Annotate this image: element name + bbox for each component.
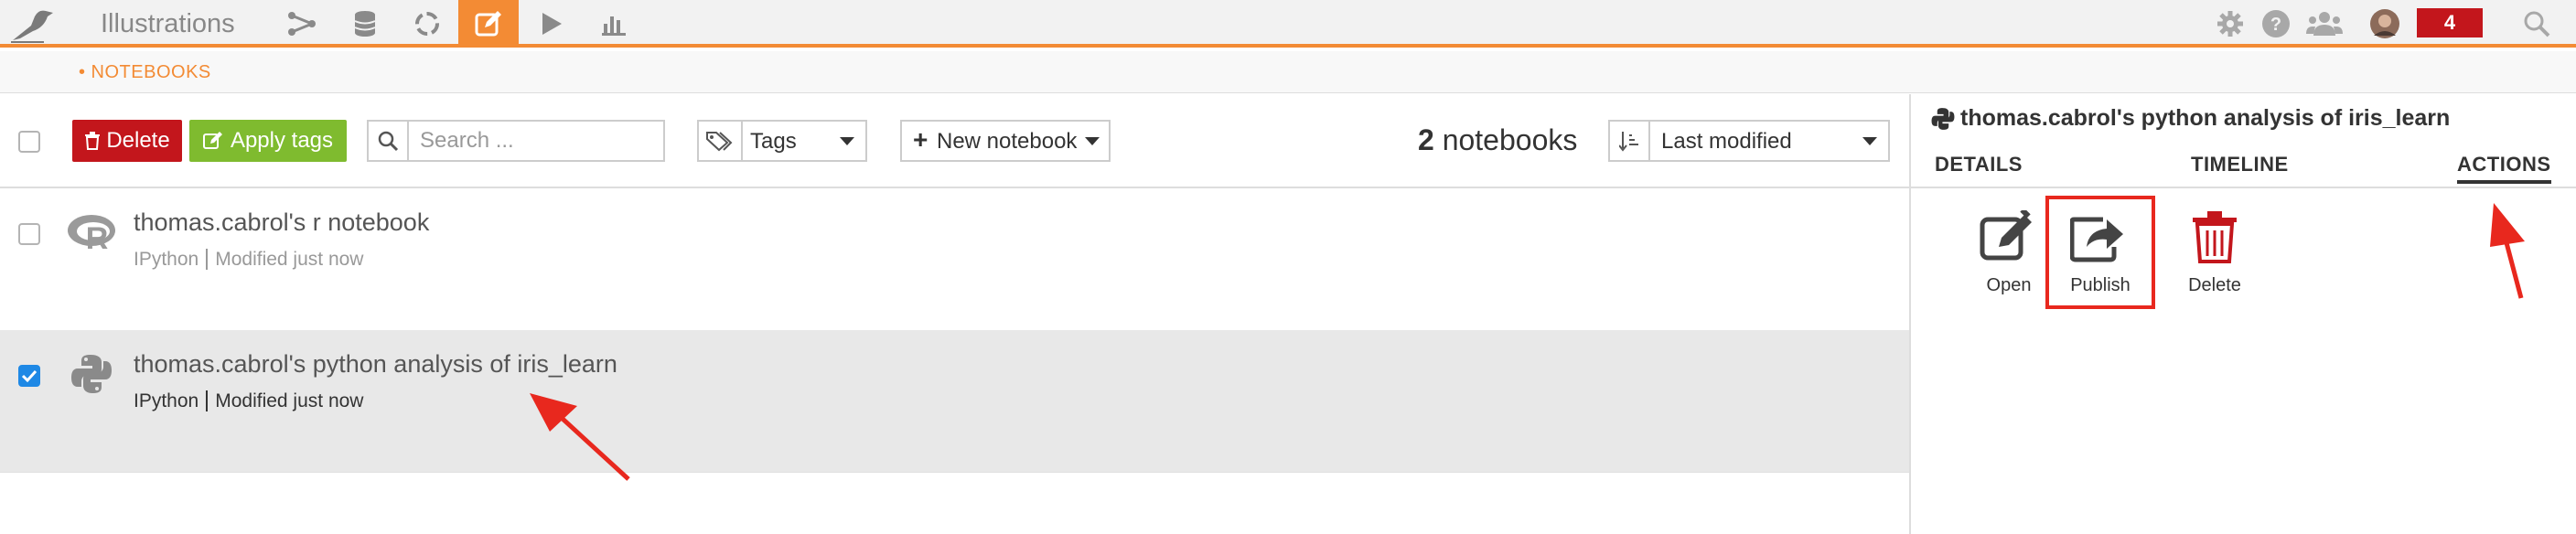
notebook-list-panel: Delete Apply tags Tags + New notebook 2 <box>0 94 1909 534</box>
notification-badge[interactable]: 4 <box>2417 8 2483 37</box>
python-language-icon <box>1931 107 1955 130</box>
notebook-modified: Modified just now <box>215 390 364 411</box>
jobs-icon[interactable] <box>521 0 582 48</box>
tags-dropdown-label: Tags <box>750 129 797 154</box>
open-action[interactable]: Open <box>1959 202 2059 297</box>
edit-icon <box>1959 209 2059 264</box>
trash-icon <box>85 132 101 150</box>
open-action-label: Open <box>1986 275 2032 295</box>
tags-icon <box>699 122 743 160</box>
avatar[interactable] <box>2364 4 2406 44</box>
svg-text:?: ? <box>2270 15 2281 35</box>
tab-timeline[interactable]: TIMELINE <box>2191 153 2289 176</box>
detail-panel: thomas.cabrol's python analysis of iris_… <box>1909 94 2576 534</box>
notebook-row[interactable]: thomas.cabrol's python analysis of iris_… <box>0 330 1909 473</box>
delete-action-label: Delete <box>2188 275 2241 295</box>
publish-highlight-box <box>2045 196 2155 309</box>
breadcrumb[interactable]: • NOTEBOOKS <box>79 62 211 83</box>
notebook-title[interactable]: thomas.cabrol's python analysis of iris_… <box>134 350 617 379</box>
check-icon <box>21 369 38 383</box>
notebook-kernel: IPython <box>134 390 199 411</box>
search-input[interactable] <box>420 122 658 160</box>
row-checkbox[interactable] <box>18 223 40 245</box>
project-name[interactable]: Illustrations <box>101 7 235 40</box>
search-icon[interactable] <box>2516 4 2558 44</box>
notebook-modified: Modified just now <box>215 249 364 270</box>
chevron-down-icon <box>1862 137 1877 145</box>
detail-title-text: thomas.cabrol's python analysis of iris_… <box>1960 105 2451 131</box>
gear-icon[interactable] <box>2209 4 2251 44</box>
chevron-down-icon <box>1085 137 1100 145</box>
sort-dropdown-label: Last modified <box>1661 129 1792 154</box>
top-navigation-bar: Illustrations ? 4 <box>0 0 2576 48</box>
notebook-row[interactable]: R thomas.cabrol's r notebook IPython Modi… <box>0 188 1909 331</box>
annotation-arrow-icon <box>530 393 630 481</box>
tab-actions[interactable]: ACTIONS <box>2457 153 2551 184</box>
flow-icon[interactable] <box>272 0 332 48</box>
notebooks-icon[interactable] <box>458 0 519 48</box>
row-checkbox[interactable] <box>18 365 40 387</box>
notebook-title[interactable]: thomas.cabrol's r notebook <box>134 208 429 237</box>
apply-tags-button[interactable]: Apply tags <box>189 120 347 162</box>
help-icon[interactable]: ? <box>2255 4 2297 44</box>
tags-dropdown[interactable]: Tags <box>697 120 867 162</box>
notebook-count-number: 2 <box>1418 123 1434 156</box>
list-toolbar: Delete Apply tags Tags + New notebook 2 <box>0 94 1909 188</box>
sort-dropdown[interactable]: Last modified <box>1608 120 1890 162</box>
notebook-meta: IPython Modified just now <box>134 249 363 271</box>
delete-action[interactable]: Delete <box>2164 202 2265 297</box>
detail-title: thomas.cabrol's python analysis of iris_… <box>1931 105 2450 132</box>
notebook-meta: IPython Modified just now <box>134 390 363 412</box>
notebook-kernel: IPython <box>134 249 199 270</box>
notebook-count-label: notebooks <box>1442 123 1578 156</box>
notebook-count: 2 notebooks <box>1418 123 1577 157</box>
r-language-icon: R <box>64 207 119 258</box>
select-all-checkbox[interactable] <box>18 131 40 153</box>
sort-icon <box>1610 122 1650 160</box>
plus-icon: + <box>913 125 928 154</box>
bird-logo-icon[interactable] <box>7 4 59 44</box>
recipes-icon[interactable] <box>397 0 457 48</box>
trash-icon <box>2164 209 2265 264</box>
search-icon <box>369 122 409 160</box>
dashboards-icon[interactable] <box>584 0 644 48</box>
users-icon[interactable] <box>2303 4 2345 44</box>
python-language-icon <box>64 348 119 400</box>
annotation-arrow-icon <box>2490 203 2525 299</box>
delete-button[interactable]: Delete <box>72 120 182 162</box>
apply-tags-label: Apply tags <box>230 128 334 153</box>
tab-details[interactable]: DETAILS <box>1935 153 2023 176</box>
search-box <box>367 120 665 162</box>
breadcrumb-bar: • NOTEBOOKS <box>0 51 2576 93</box>
delete-button-label: Delete <box>106 128 170 153</box>
chevron-down-icon <box>840 137 854 145</box>
new-notebook-label: New notebook <box>937 129 1078 154</box>
svg-text:R: R <box>86 221 109 252</box>
tab-divider <box>1911 187 2576 188</box>
edit-icon <box>202 132 222 149</box>
datasets-icon[interactable] <box>335 0 395 48</box>
new-notebook-button[interactable]: + New notebook <box>900 120 1111 162</box>
